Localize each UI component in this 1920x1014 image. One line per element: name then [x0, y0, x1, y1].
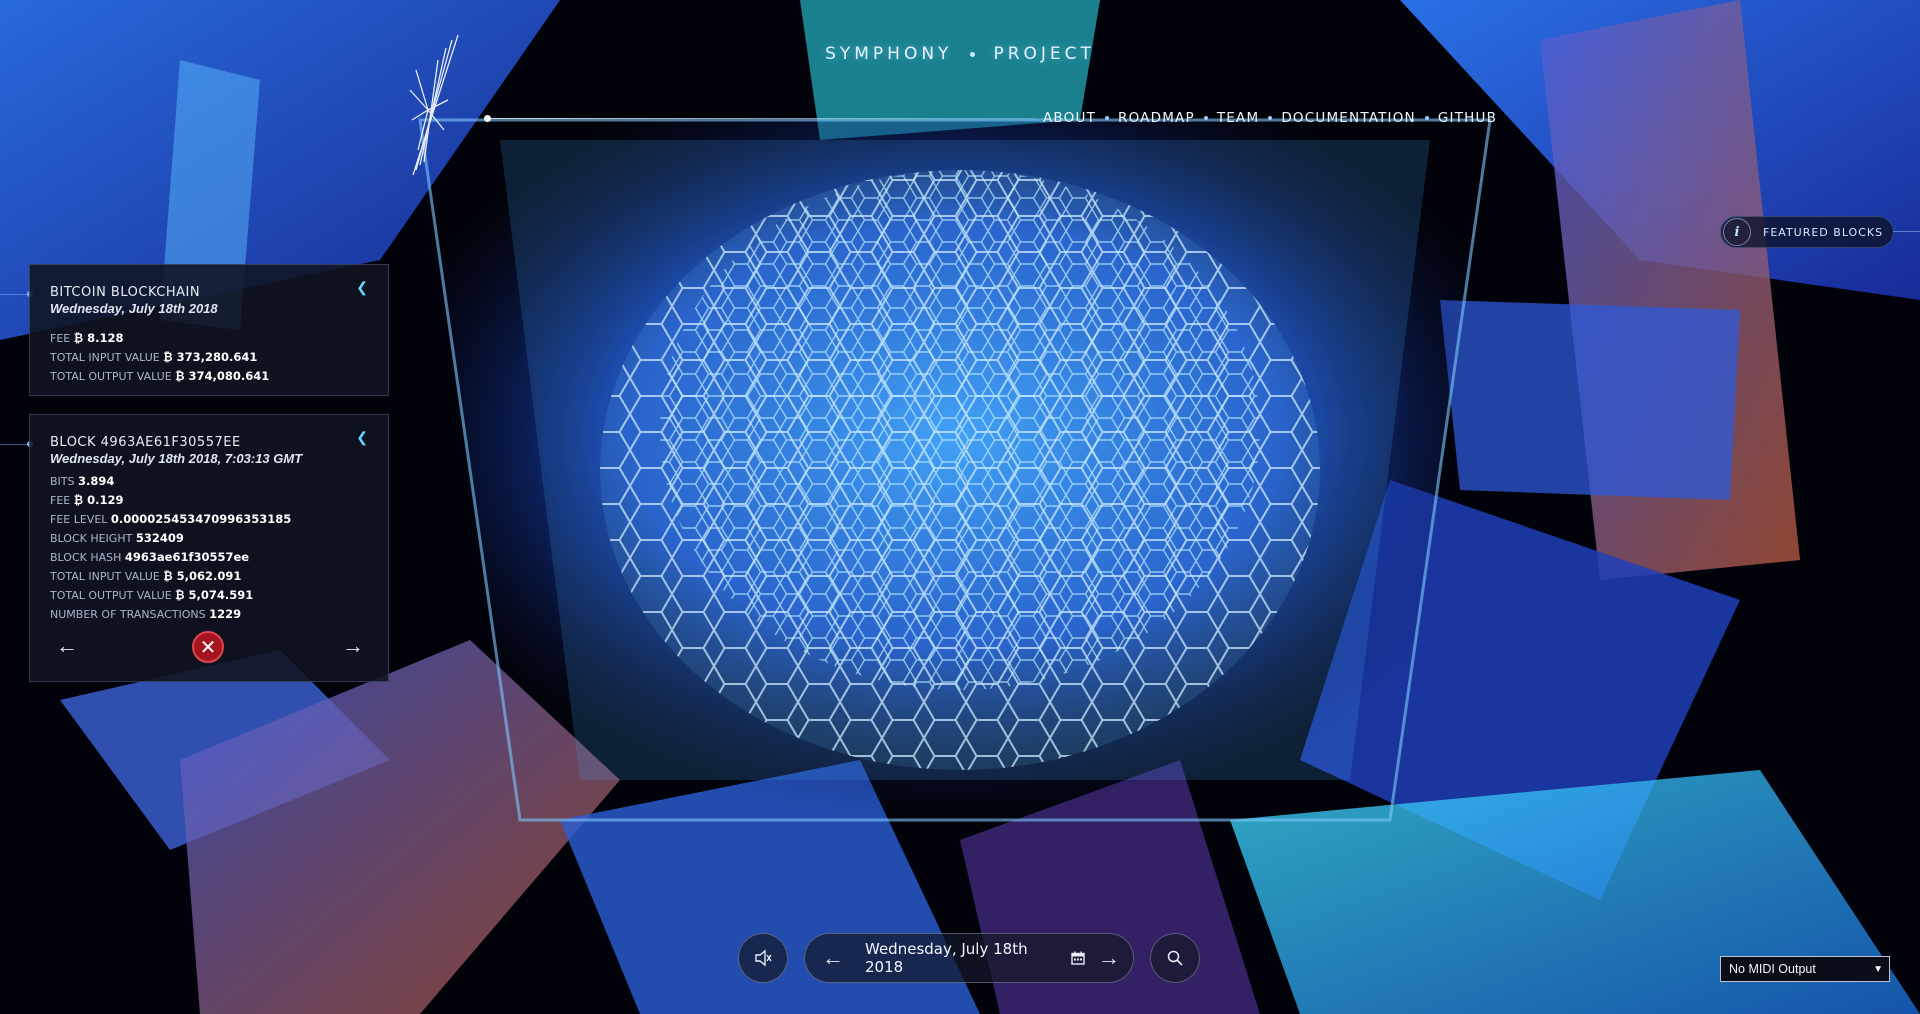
midi-output-value: No MIDI Output	[1729, 962, 1816, 976]
stat-value: ₿ 5,062.091	[163, 569, 242, 583]
nav-line	[484, 115, 1034, 122]
next-day-arrow-icon[interactable]: →	[1095, 945, 1123, 971]
previous-day-arrow-icon[interactable]: ←	[819, 945, 847, 971]
stat-label: TOTAL OUTPUT VALUE	[50, 589, 172, 602]
calendar-icon[interactable]	[1071, 951, 1085, 965]
close-block-button[interactable]: ✕	[192, 631, 224, 663]
stat-value: ₿ 0.129	[73, 493, 124, 507]
stat-value: 4963ae61f30557ee	[124, 550, 250, 564]
stat-row: BLOCK HEIGHT 532409	[50, 529, 388, 548]
nav-separator	[1268, 116, 1273, 120]
stat-label: FEE	[50, 332, 71, 345]
stat-value: 532409	[135, 531, 184, 545]
blockchain-panel: ❮ BITCOIN BLOCKCHAIN Wednesday, July 18t…	[29, 264, 389, 396]
featured-blocks-button[interactable]: i FEATURED BLOCKS	[1720, 216, 1894, 248]
collapse-chevron-icon[interactable]: ❮	[356, 279, 368, 296]
stat-value: ₿ 5,074.591	[175, 588, 254, 602]
brand-dot	[970, 51, 976, 57]
stat-row: TOTAL OUTPUT VALUE ₿ 5,074.591	[50, 586, 388, 605]
brand-right: PROJECT	[993, 44, 1095, 64]
stat-row: BITS 3.894	[50, 472, 388, 491]
featured-blocks-label: FEATURED BLOCKS	[1763, 225, 1884, 239]
stat-value: 0.000025453470996353185	[110, 512, 292, 526]
dropdown-caret-icon: ▼	[1873, 963, 1883, 975]
mute-button[interactable]	[738, 933, 788, 983]
panel-title: BITCOIN BLOCKCHAIN	[50, 285, 201, 300]
block-panel: ❮ BLOCK 4963AE61F30557EE Wednesday, July…	[29, 414, 389, 682]
nav-separator	[1424, 116, 1429, 120]
panel-title: BLOCK 4963AE61F30557EE	[50, 435, 241, 450]
midi-output-select[interactable]: No MIDI Output ▼	[1720, 956, 1890, 982]
search-icon	[1167, 950, 1183, 966]
brand-left: SYMPHONY	[825, 44, 953, 64]
stat-row: FEE ₿ 0.129	[50, 491, 388, 510]
main-nav: ABOUT ROADMAP TEAM DOCUMENTATION GITHUB	[1043, 110, 1497, 126]
next-block-arrow-icon[interactable]: →	[338, 635, 368, 657]
nav-line-knob	[484, 115, 491, 122]
stat-row: TOTAL INPUT VALUE ₿ 5,062.091	[50, 567, 388, 586]
stat-value: ₿ 8.128	[73, 331, 124, 345]
stat-row: FEE LEVEL 0.000025453470996353185	[50, 510, 388, 529]
stat-value: ₿ 373,280.641	[163, 350, 258, 364]
block-navigation: ← ✕ →	[30, 615, 388, 681]
nav-separator	[1203, 116, 1208, 120]
stat-label: FEE LEVEL	[50, 513, 108, 526]
stat-row: TOTAL OUTPUT VALUE ₿ 374,080.641	[50, 367, 388, 386]
panel-connector	[0, 444, 30, 445]
stat-row: FEE ₿ 8.128	[50, 329, 388, 348]
nav-about[interactable]: ABOUT	[1043, 110, 1096, 126]
previous-block-arrow-icon[interactable]: ←	[52, 635, 82, 657]
collapse-chevron-icon[interactable]: ❮	[356, 429, 368, 446]
stat-label: BLOCK HASH	[50, 551, 122, 564]
nav-separator	[1105, 116, 1110, 120]
panel-connector	[0, 294, 30, 295]
nav-github[interactable]: GITHUB	[1438, 110, 1497, 126]
search-button[interactable]	[1150, 933, 1200, 983]
site-title: SYMPHONY PROJECT	[0, 44, 1920, 64]
featured-connector	[1893, 231, 1920, 232]
panel-date: Wednesday, July 18th 2018, 7:03:13 GMT	[50, 451, 303, 466]
stat-label: BLOCK HEIGHT	[50, 532, 133, 545]
current-date[interactable]: Wednesday, July 18th 2018	[865, 940, 1065, 976]
panel-date: Wednesday, July 18th 2018	[50, 301, 218, 316]
stat-label: FEE	[50, 494, 71, 507]
stat-label: BITS	[50, 475, 75, 488]
stat-row: BLOCK HASH 4963ae61f30557ee	[50, 548, 388, 567]
nav-team[interactable]: TEAM	[1217, 110, 1259, 126]
stat-row: TOTAL INPUT VALUE ₿ 373,280.641	[50, 348, 388, 367]
speaker-mute-icon	[755, 949, 772, 967]
stat-label: TOTAL INPUT VALUE	[50, 570, 160, 583]
info-icon: i	[1723, 218, 1751, 246]
nav-documentation[interactable]: DOCUMENTATION	[1281, 110, 1416, 126]
nav-roadmap[interactable]: ROADMAP	[1118, 110, 1195, 126]
date-selector: ← Wednesday, July 18th 2018 →	[804, 933, 1134, 983]
stat-value: 3.894	[78, 474, 115, 488]
stat-label: TOTAL INPUT VALUE	[50, 351, 160, 364]
stat-value: ₿ 374,080.641	[175, 369, 270, 383]
stat-label: TOTAL OUTPUT VALUE	[50, 370, 172, 383]
